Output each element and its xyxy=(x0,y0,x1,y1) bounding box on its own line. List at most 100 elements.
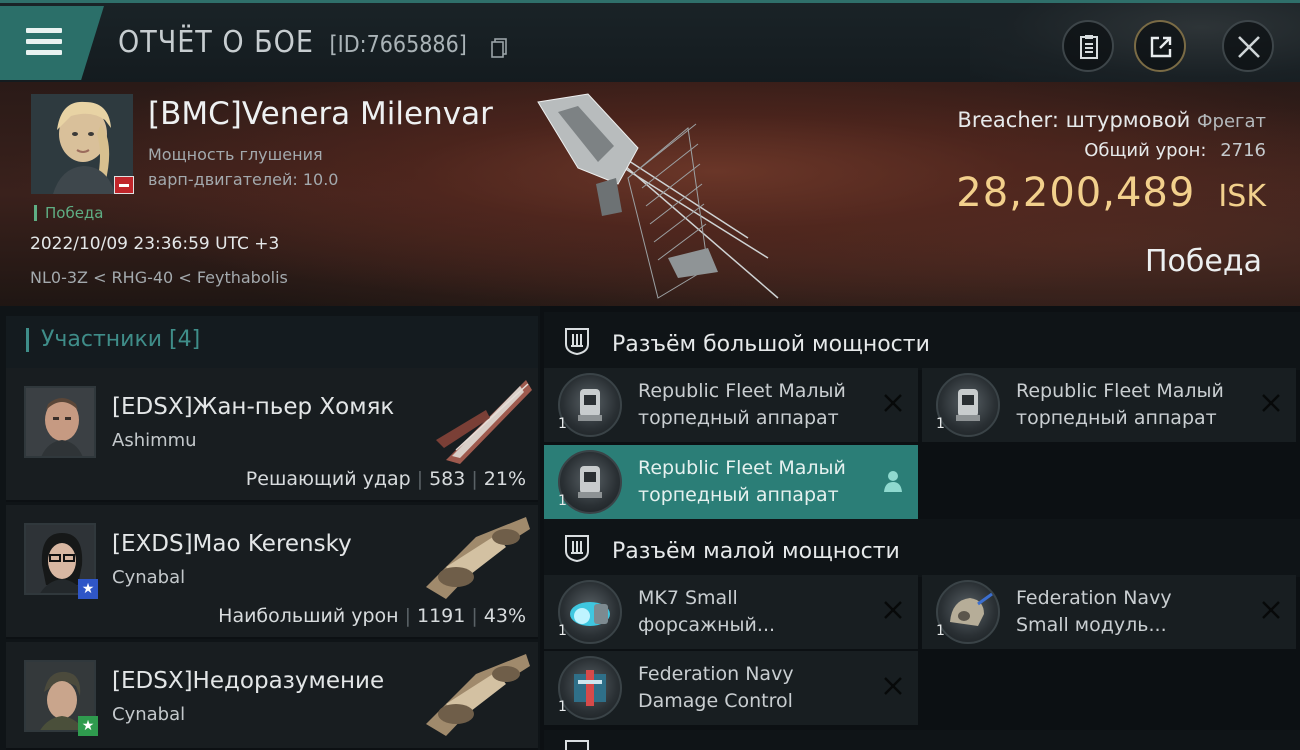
module-quantity: 1 xyxy=(558,493,567,509)
kill-datetime: 2022/10/09 23:36:59 UTC +3 xyxy=(30,234,280,254)
participant-ship: Cynabal xyxy=(112,704,186,725)
module-item[interactable]: 1 Republic Fleet Малый торпедный аппарат xyxy=(544,368,918,442)
menu-button[interactable] xyxy=(0,6,104,80)
victim-ship[interactable]: Breacher: штурмовой Фрегат xyxy=(957,108,1266,132)
participant-avatar[interactable] xyxy=(24,386,96,458)
fitting-panel: Разъём большой мощности 1 Republic Fleet… xyxy=(544,306,1300,750)
victim-ship-name: Breacher: штурмовой xyxy=(957,108,1191,132)
module-name-line1: MK7 Small xyxy=(638,587,738,609)
participant-damage: 1191 xyxy=(417,605,466,627)
module-name: Federation Navy Damage Control xyxy=(638,661,878,715)
module-name: Federation Navy Small модуль... xyxy=(1016,585,1256,639)
high-slot-header: Разъём большой мощности xyxy=(544,312,1300,370)
destroyed-icon xyxy=(884,601,902,619)
page-title-text: ОТЧЁТ О БОЕ xyxy=(118,25,314,60)
module-name-line2: форсажный... xyxy=(638,614,776,636)
share-icon xyxy=(1150,36,1172,58)
participants-title: Участники [4] xyxy=(26,328,200,352)
module-name-line1: Federation Navy xyxy=(1016,587,1172,609)
destroyed-icon xyxy=(1262,394,1280,412)
module-name-line2: торпедный аппарат xyxy=(1016,407,1217,429)
hamburger-icon xyxy=(26,28,62,56)
low-slot-header: Разъём малой мощности xyxy=(544,519,1300,577)
participant-row[interactable]: [EDSX]Жан-пьер Хомяк Ashimmu Решающий уд… xyxy=(6,368,538,502)
participant-stat-label: Решающий удар xyxy=(245,468,411,490)
low-slot-title: Разъём малой мощности xyxy=(612,539,900,564)
close-button[interactable] xyxy=(1222,20,1274,72)
module-item[interactable]: 1 Federation Navy Damage Control xyxy=(544,651,918,725)
isk-value: 28,200,489 ISK xyxy=(956,170,1266,216)
module-name-line1: Republic Fleet Малый xyxy=(638,457,846,479)
participant-row[interactable]: ★ [EXDS]Mao Kerensky Cynabal Наибольший … xyxy=(6,505,538,639)
star-icon: ★ xyxy=(78,579,98,599)
module-quantity: 1 xyxy=(936,416,945,432)
participant-stat: Наибольший урон | 1191 | 43% xyxy=(218,605,526,627)
module-item[interactable]: 1 Republic Fleet Малый торпедный аппарат xyxy=(922,368,1296,442)
report-button[interactable] xyxy=(1062,20,1114,72)
torpedo-launcher-icon xyxy=(558,450,622,514)
slot-icon xyxy=(565,740,589,750)
module-quantity: 1 xyxy=(936,623,945,639)
participant-percent: 21% xyxy=(483,468,526,490)
share-button[interactable] xyxy=(1134,20,1186,72)
copy-icon[interactable] xyxy=(491,38,507,58)
victim-stat-line1: Мощность глушения xyxy=(148,145,323,164)
high-slot-icon xyxy=(565,328,589,356)
victim-ship-class: Фрегат xyxy=(1197,111,1266,132)
module-quantity: 1 xyxy=(558,699,567,715)
avatar-image xyxy=(26,388,94,456)
module-icon xyxy=(936,580,1000,644)
module-item[interactable]: 1 MK7 Small форсажный... xyxy=(544,575,918,649)
module-name: MK7 Small форсажный... xyxy=(638,585,878,639)
victim-ship-image xyxy=(537,93,779,299)
total-damage-value: 2716 xyxy=(1220,140,1266,161)
star-icon: ★ xyxy=(78,716,98,736)
top-bar: ОТЧЁТ О БОЕ [ID:7665886] xyxy=(0,0,1300,85)
participant-row[interactable]: ★ [EDSX]Недоразумение Cynabal xyxy=(6,642,538,750)
module-name-line2: Small модуль... xyxy=(1016,614,1167,636)
module-name-line1: Republic Fleet Малый xyxy=(1016,380,1224,402)
isk-unit: ISK xyxy=(1218,179,1266,214)
participant-damage: 583 xyxy=(429,468,466,490)
participants-header[interactable]: Участники [4] xyxy=(6,316,538,368)
next-slot-header xyxy=(544,730,1300,750)
participant-stat: Решающий удар | 583 | 21% xyxy=(245,468,526,490)
victim-name[interactable]: [BMC]Venera Milenvar xyxy=(148,96,493,132)
report-id: [ID:7665886] xyxy=(329,32,467,58)
close-icon xyxy=(1238,36,1260,58)
damage-control-icon xyxy=(558,656,622,720)
module-quantity: 1 xyxy=(558,416,567,432)
kill-banner: [BMC]Venera Milenvar Мощность глушения в… xyxy=(0,82,1300,306)
module-name-line2: торпедный аппарат xyxy=(638,484,839,506)
battle-result: Победа xyxy=(1145,244,1262,279)
module-item[interactable]: 1 Federation Navy Small модуль... xyxy=(922,575,1296,649)
module-name: Republic Fleet Малый торпедный аппарат xyxy=(1016,378,1256,432)
participant-name[interactable]: [EDSX]Недоразумение xyxy=(112,668,384,694)
destroyed-icon xyxy=(884,677,902,695)
participant-stat-label: Наибольший урон xyxy=(218,605,399,627)
torpedo-launcher-icon xyxy=(558,373,622,437)
clipboard-icon xyxy=(1080,35,1098,59)
participant-ship: Ashimmu xyxy=(112,430,197,451)
participant-name[interactable]: [EDSX]Жан-пьер Хомяк xyxy=(112,394,394,420)
module-name: Republic Fleet Малый торпедный аппарат xyxy=(638,455,878,509)
participant-percent: 43% xyxy=(483,605,526,627)
participant-ship-image xyxy=(436,380,532,464)
module-name: Republic Fleet Малый торпедный аппарат xyxy=(638,378,878,432)
page-title: ОТЧЁТ О БОЕ [ID:7665886] xyxy=(118,25,467,60)
destroyed-icon xyxy=(1262,601,1280,619)
module-name-line1: Republic Fleet Малый xyxy=(638,380,846,402)
torpedo-launcher-icon xyxy=(936,373,1000,437)
participant-ship: Cynabal xyxy=(112,567,186,588)
participant-name[interactable]: [EXDS]Mao Kerensky xyxy=(112,531,352,557)
participant-ship-image xyxy=(426,517,530,599)
total-damage-label: Общий урон: xyxy=(1084,140,1207,161)
low-slot-icon xyxy=(565,535,589,563)
destroyed-icon xyxy=(884,394,902,412)
dropped-person-icon xyxy=(884,471,902,492)
module-name-line1: Federation Navy xyxy=(638,663,794,685)
module-name-line2: Damage Control xyxy=(638,690,793,712)
module-item[interactable]: 1 Republic Fleet Малый торпедный аппарат xyxy=(544,445,918,519)
afterburner-icon xyxy=(558,580,622,644)
victim-stat: Мощность глушения варп-двигателей: 10.0 xyxy=(148,142,408,192)
